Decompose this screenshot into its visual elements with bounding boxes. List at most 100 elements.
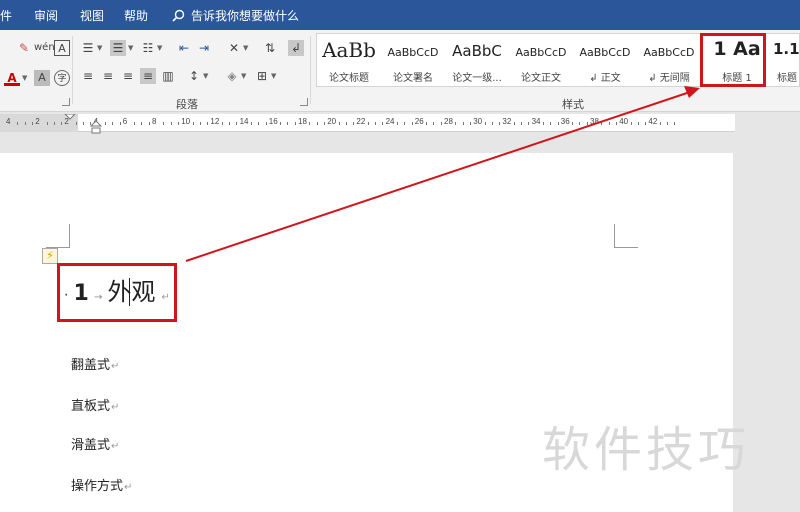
- style-heading-2[interactable]: 1.1 标题: [769, 34, 800, 86]
- ruler-number: 18: [298, 117, 307, 126]
- group-label-styles: 样式: [562, 98, 584, 111]
- ruler-tick: [499, 122, 501, 125]
- char-shading-icon[interactable]: A: [34, 70, 50, 86]
- style-name: 论文署名: [393, 73, 433, 84]
- ruler-tick: [586, 122, 588, 125]
- menu-item-review[interactable]: 审阅: [34, 7, 58, 24]
- ruler-tick: [17, 122, 19, 125]
- style-paper-title[interactable]: AaBb 论文标题: [317, 34, 381, 86]
- align-right-icon[interactable]: ≡: [120, 68, 136, 84]
- ruler-number: 10: [181, 117, 191, 126]
- menu-item-help[interactable]: 帮助: [124, 7, 148, 24]
- numbering-icon[interactable]: ☰: [110, 40, 126, 56]
- style-name: ↲ 正文: [589, 73, 621, 84]
- body-paragraph[interactable]: 滑盖式↵: [71, 434, 119, 453]
- tell-me-search[interactable]: 告诉我你想要做什么: [172, 7, 299, 24]
- shading-icon[interactable]: ◈: [224, 68, 240, 84]
- ruler-number: 38: [590, 117, 599, 126]
- borders-icon[interactable]: ⊞: [254, 68, 270, 84]
- align-left-icon[interactable]: ≡: [80, 68, 96, 84]
- font-color-icon[interactable]: A: [4, 70, 20, 86]
- paragraph-dialog-launcher[interactable]: [300, 98, 308, 106]
- ruler-tick: [287, 122, 289, 125]
- ruler-tick: [24, 122, 26, 125]
- ruler-tick: [83, 122, 84, 125]
- ruler-tick: [645, 122, 647, 125]
- style-name: 论文一级...: [452, 73, 502, 84]
- style-preview: AaBbCcD: [579, 46, 631, 59]
- ruler-tick: [236, 122, 238, 125]
- ruler-tick: [462, 122, 464, 125]
- increase-indent-icon[interactable]: ⇥: [196, 40, 212, 56]
- ruler-tick: [521, 122, 522, 125]
- style-paper-author[interactable]: AaBbCcD 论文署名: [381, 34, 445, 86]
- ruler-tick: [674, 122, 676, 125]
- ruler-tick: [323, 122, 325, 125]
- ruler-number: 30: [473, 117, 483, 126]
- watermark: 软件技巧: [542, 422, 751, 478]
- body-paragraph[interactable]: 操作方式↵: [71, 475, 132, 494]
- ruler-tick: [375, 122, 376, 125]
- sort-icon[interactable]: ⇅: [262, 40, 278, 56]
- ruler-tick: [112, 122, 114, 125]
- ruler-tick: [170, 122, 172, 125]
- ruler-number: 24: [385, 117, 395, 126]
- ruler-number: 20: [327, 117, 337, 126]
- style-preview: AaBbCcD: [515, 46, 567, 59]
- show-marks-icon[interactable]: ↲: [288, 40, 304, 56]
- paragraph-mark-icon: ↵: [111, 361, 120, 372]
- enclose-char-icon[interactable]: 字: [54, 70, 70, 86]
- paste-options-icon[interactable]: ⚡: [42, 248, 58, 264]
- ruler-tick: [53, 122, 55, 125]
- ruler-tick: [637, 122, 639, 125]
- paragraph-text: 翻盖式: [71, 358, 111, 373]
- ruler-tick: [316, 122, 318, 125]
- menu-item-file[interactable]: 件: [0, 7, 12, 24]
- ruler-tick: [46, 122, 48, 125]
- style-no-spacing[interactable]: AaBbCcD ↲ 无间隔: [637, 34, 701, 86]
- indent-marker-icon[interactable]: [64, 114, 76, 136]
- clear-format-icon[interactable]: ✎: [16, 40, 32, 56]
- ruler-tick: [294, 122, 296, 125]
- paragraph-mark-icon: ↵: [111, 441, 120, 452]
- char-border-icon[interactable]: A: [54, 40, 70, 56]
- ruler-tick: [528, 122, 530, 125]
- group-label-paragraph: 段落: [176, 98, 198, 111]
- decrease-indent-icon[interactable]: ⇤: [176, 40, 192, 56]
- distributed-icon[interactable]: ▥: [160, 68, 176, 84]
- ruler-tick: [630, 122, 632, 125]
- font-dialog-launcher[interactable]: [62, 98, 70, 106]
- line-spacing-icon[interactable]: ↕: [186, 68, 202, 84]
- crop-mark-right: [614, 224, 638, 248]
- ruler-tick: [484, 122, 486, 125]
- style-paper-body[interactable]: AaBbCcD 论文正文: [509, 34, 573, 86]
- ruler-tick: [134, 122, 136, 125]
- justify-icon[interactable]: ≡: [140, 68, 156, 84]
- ruler-tick: [119, 122, 121, 125]
- style-preview: AaBbCcD: [643, 46, 695, 59]
- ruler-number: 32: [502, 117, 512, 126]
- paragraph-mark-icon: ↵: [124, 482, 133, 493]
- phonetic-guide-icon[interactable]: wén: [34, 40, 55, 56]
- ruler-number: 40: [619, 117, 629, 126]
- style-name: 论文正文: [521, 73, 561, 84]
- chinese-layout-icon[interactable]: ✕: [226, 40, 242, 56]
- menu-item-view[interactable]: 视图: [80, 7, 104, 24]
- hanging-indent-icon[interactable]: [90, 120, 102, 138]
- body-paragraph[interactable]: 翻盖式↵: [71, 354, 119, 373]
- ruler-tick: [265, 122, 267, 125]
- highlight-box-heading-style: [700, 33, 766, 87]
- style-normal[interactable]: AaBbCcD ↲ 正文: [573, 34, 637, 86]
- ruler-tick: [615, 122, 617, 125]
- body-paragraph[interactable]: 直板式↵: [71, 395, 119, 414]
- ruler-tick: [491, 122, 493, 125]
- ruler-tick: [31, 122, 33, 125]
- ruler-tick: [177, 122, 179, 125]
- tell-me-text: 告诉我你想要做什么: [191, 9, 300, 23]
- bullets-icon[interactable]: ☰: [80, 40, 96, 56]
- style-preview: AaBbCcD: [387, 46, 439, 59]
- multilevel-list-icon[interactable]: ☷: [140, 40, 156, 56]
- ruler-tick: [469, 122, 471, 125]
- align-center-icon[interactable]: ≡: [100, 68, 116, 84]
- style-paper-level1[interactable]: AaBbC 论文一级...: [445, 34, 509, 86]
